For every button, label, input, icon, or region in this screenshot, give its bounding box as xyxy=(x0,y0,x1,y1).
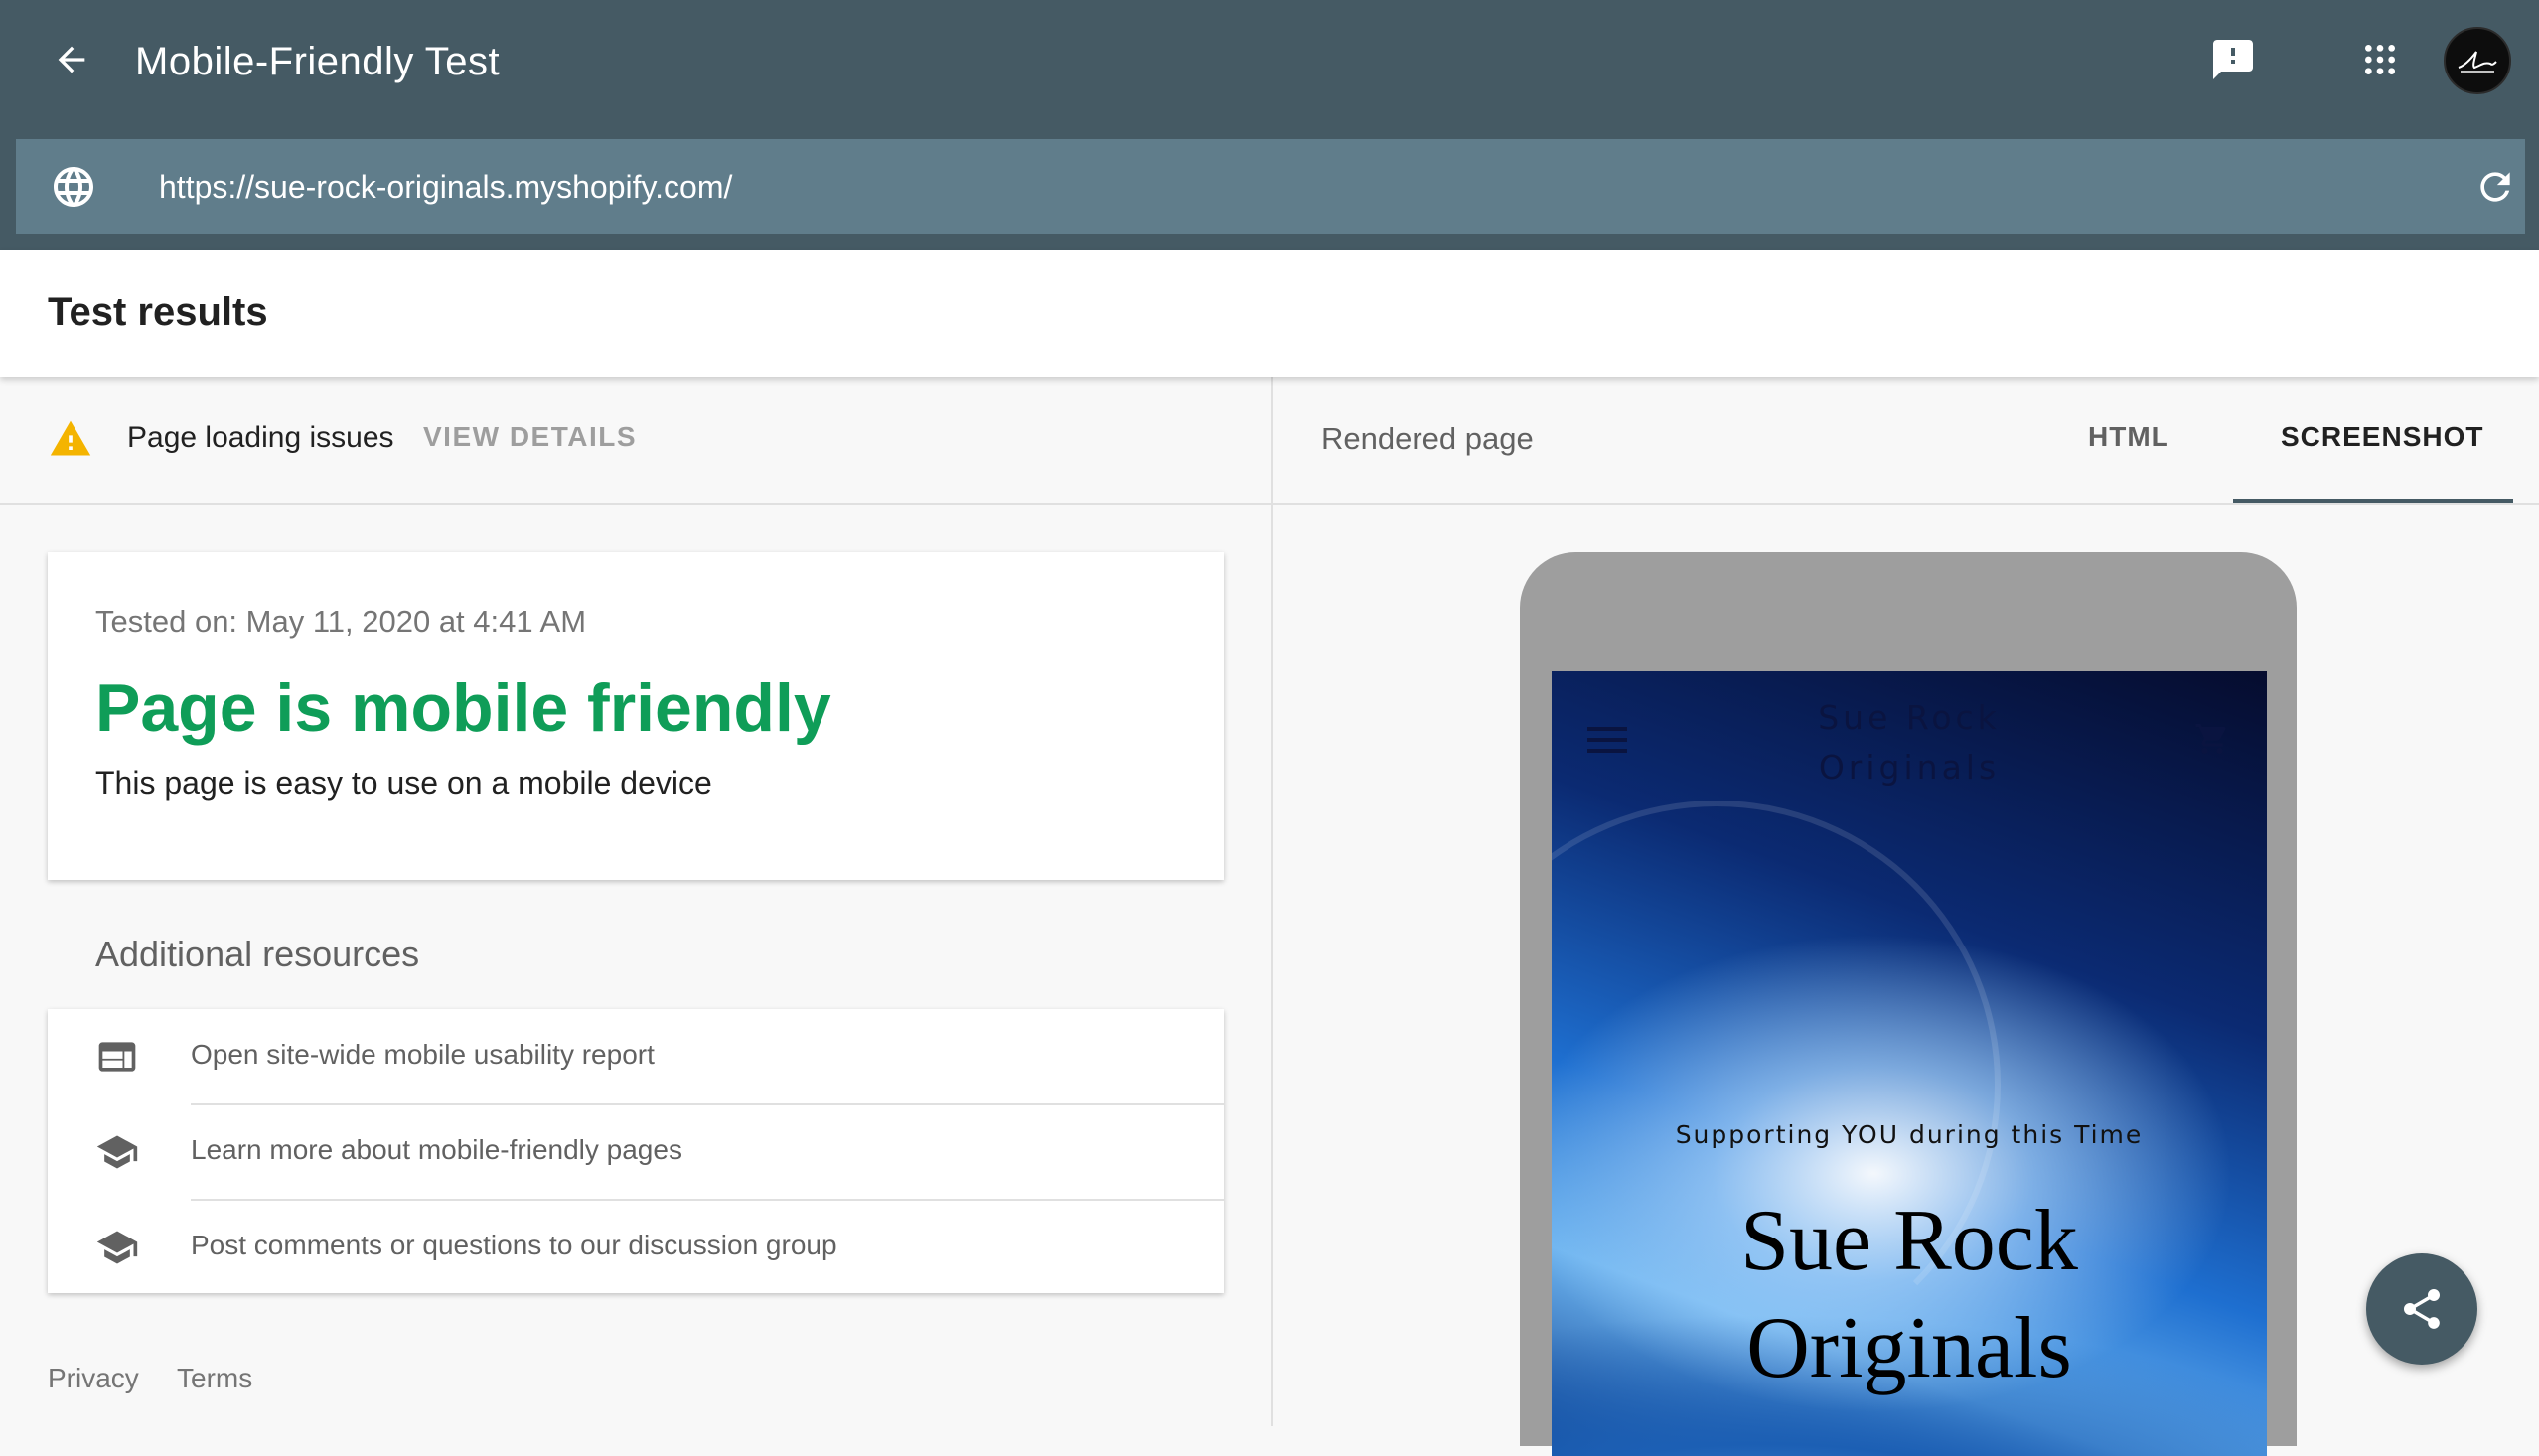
privacy-link[interactable]: Privacy xyxy=(48,1363,139,1394)
refresh-icon xyxy=(2480,172,2510,202)
account-avatar[interactable] xyxy=(2444,27,2511,94)
site-hero-title: Sue Rock Originals xyxy=(1740,1193,2078,1396)
tested-on-timestamp: Tested on: May 11, 2020 at 4:41 AM xyxy=(95,604,587,639)
tab-screenshot[interactable]: SCREENSHOT xyxy=(2281,421,2483,453)
active-tab-indicator xyxy=(2233,499,2513,503)
warning-icon xyxy=(50,420,91,456)
url-input[interactable] xyxy=(159,157,2344,217)
rendered-page-panel: Rendered page HTML SCREENSHOT Sue Rock O… xyxy=(1273,377,2539,1456)
additional-resources-list: Open site-wide mobile usability report L… xyxy=(48,1009,1224,1293)
mobile-friendly-verdict: Page is mobile friendly xyxy=(95,670,831,746)
back-button[interactable] xyxy=(44,32,99,87)
page-screenshot: Sue Rock Originals Supporting YOU during… xyxy=(1552,671,2267,1456)
apps-button[interactable] xyxy=(2354,34,2406,85)
resource-item-discussion-group[interactable]: Post comments or questions to our discus… xyxy=(48,1200,1224,1295)
page-loading-issues-row: Page loading issues VIEW DETAILS xyxy=(0,377,1271,505)
share-icon xyxy=(2404,1289,2440,1329)
web-report-icon xyxy=(98,1042,136,1072)
apps-grid-icon xyxy=(2365,45,2395,74)
test-summary-card: Tested on: May 11, 2020 at 4:41 AM Page … xyxy=(48,552,1224,880)
url-bar xyxy=(16,139,2525,234)
resource-label: Open site-wide mobile usability report xyxy=(191,1039,655,1070)
resource-label: Learn more about mobile-friendly pages xyxy=(191,1134,682,1165)
results-title: Test results xyxy=(48,290,268,334)
school-icon xyxy=(96,1231,138,1264)
view-details-link[interactable]: VIEW DETAILS xyxy=(423,421,637,453)
additional-resources-title: Additional resources xyxy=(95,934,420,974)
verdict-description: This page is easy to use on a mobile dev… xyxy=(95,765,712,801)
feedback-icon xyxy=(2213,40,2253,79)
resource-label: Post comments or questions to our discus… xyxy=(191,1230,837,1260)
resource-item-usability-report[interactable]: Open site-wide mobile usability report xyxy=(48,1009,1224,1104)
refresh-button[interactable] xyxy=(2469,161,2521,213)
app-bar: Mobile-Friendly Test xyxy=(0,0,2539,250)
globe-icon xyxy=(54,167,93,207)
results-panel: Page loading issues VIEW DETAILS Tested … xyxy=(0,377,1271,1426)
arrow-back-icon xyxy=(58,46,85,73)
page-loading-issues-label: Page loading issues xyxy=(127,421,394,454)
tab-html[interactable]: HTML xyxy=(2088,421,2169,453)
app-title: Mobile-Friendly Test xyxy=(135,40,501,83)
results-header: Test results xyxy=(0,250,2539,377)
signature-avatar-icon xyxy=(2458,51,2497,73)
phone-frame: Sue Rock Originals Supporting YOU during… xyxy=(1520,552,2297,1456)
rendered-page-label: Rendered page xyxy=(1321,421,1534,456)
site-tagline: Supporting YOU during this Time xyxy=(1675,1120,2144,1149)
rendered-page-tabs: Rendered page HTML SCREENSHOT xyxy=(1273,377,2539,505)
school-icon xyxy=(96,1135,138,1169)
resource-item-learn-more[interactable]: Learn more about mobile-friendly pages xyxy=(48,1104,1224,1200)
site-header-title: Sue Rock Originals xyxy=(1818,698,2001,787)
terms-link[interactable]: Terms xyxy=(177,1363,252,1394)
share-button[interactable] xyxy=(2366,1253,2477,1365)
feedback-button[interactable] xyxy=(2207,34,2259,85)
shopping-cart-icon xyxy=(2195,724,2226,754)
